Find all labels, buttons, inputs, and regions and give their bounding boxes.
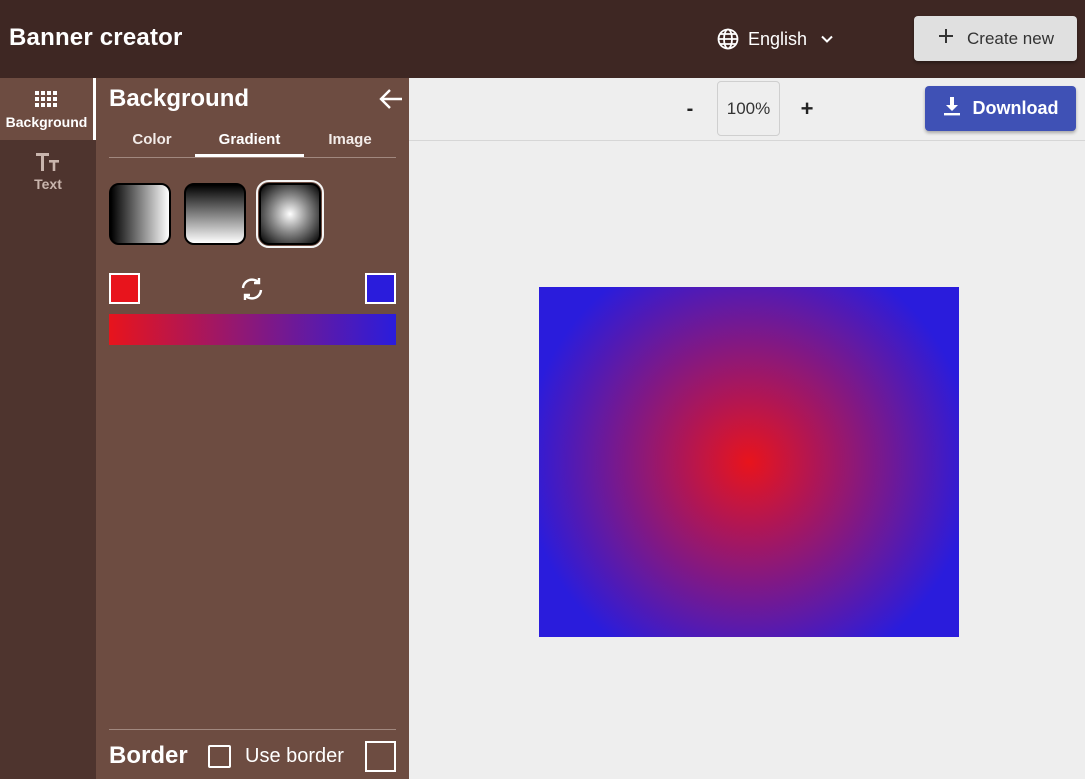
tab-gradient[interactable]: Gradient — [195, 122, 304, 157]
plus-icon — [937, 27, 955, 50]
border-color-swatch[interactable] — [365, 741, 396, 772]
tab-image[interactable]: Image — [304, 122, 396, 157]
text-size-icon — [35, 150, 61, 174]
gradient-preset-radial[interactable] — [256, 180, 324, 248]
use-border-toggle[interactable]: Use border — [208, 745, 344, 768]
start-color-swatch[interactable] — [109, 273, 140, 304]
gradient-preview-bar — [109, 314, 396, 345]
canvas-workspace: - 100% + Download — [409, 78, 1085, 779]
download-button[interactable]: Download — [925, 86, 1076, 131]
border-section-title: Border — [109, 742, 188, 769]
rail-label-background: Background — [5, 114, 88, 130]
download-icon — [943, 96, 961, 121]
swap-colors-icon[interactable] — [238, 275, 266, 303]
create-new-label: Create new — [967, 28, 1054, 48]
gradient-preset-horizontal[interactable] — [109, 183, 171, 245]
globe-icon — [716, 27, 740, 51]
rail-label-text: Text — [34, 176, 62, 192]
zoom-out-button[interactable]: - — [677, 94, 703, 124]
chevron-down-icon — [819, 31, 835, 47]
zoom-in-button[interactable]: + — [793, 94, 821, 124]
app-header: Banner creator English Create new — [0, 0, 1085, 78]
app-title: Banner creator — [9, 24, 183, 51]
canvas-toolbar: - 100% + Download — [409, 78, 1085, 141]
panel-title: Background — [109, 85, 250, 112]
use-border-label: Use border — [245, 745, 344, 767]
rail-item-background[interactable]: Background — [0, 78, 96, 140]
background-panel: Background Color Gradient Image Border U… — [96, 78, 409, 779]
end-color-swatch[interactable] — [365, 273, 396, 304]
tab-indicator — [195, 154, 304, 157]
divider — [109, 729, 396, 730]
grid-icon — [34, 88, 60, 112]
gradient-preset-vertical[interactable] — [184, 183, 246, 245]
side-rail: Background Text — [0, 78, 96, 779]
tab-color[interactable]: Color — [109, 122, 195, 157]
zoom-level: 100% — [717, 81, 780, 136]
language-label: English — [748, 28, 808, 49]
arrow-left-icon[interactable] — [378, 87, 404, 111]
download-label: Download — [972, 98, 1059, 118]
background-tabs: Color Gradient Image — [109, 122, 396, 158]
create-new-button[interactable]: Create new — [914, 16, 1077, 61]
rail-item-text[interactable]: Text — [0, 140, 96, 202]
use-border-checkbox[interactable] — [208, 745, 231, 768]
language-selector[interactable]: English — [716, 25, 835, 53]
banner-preview — [539, 287, 959, 637]
